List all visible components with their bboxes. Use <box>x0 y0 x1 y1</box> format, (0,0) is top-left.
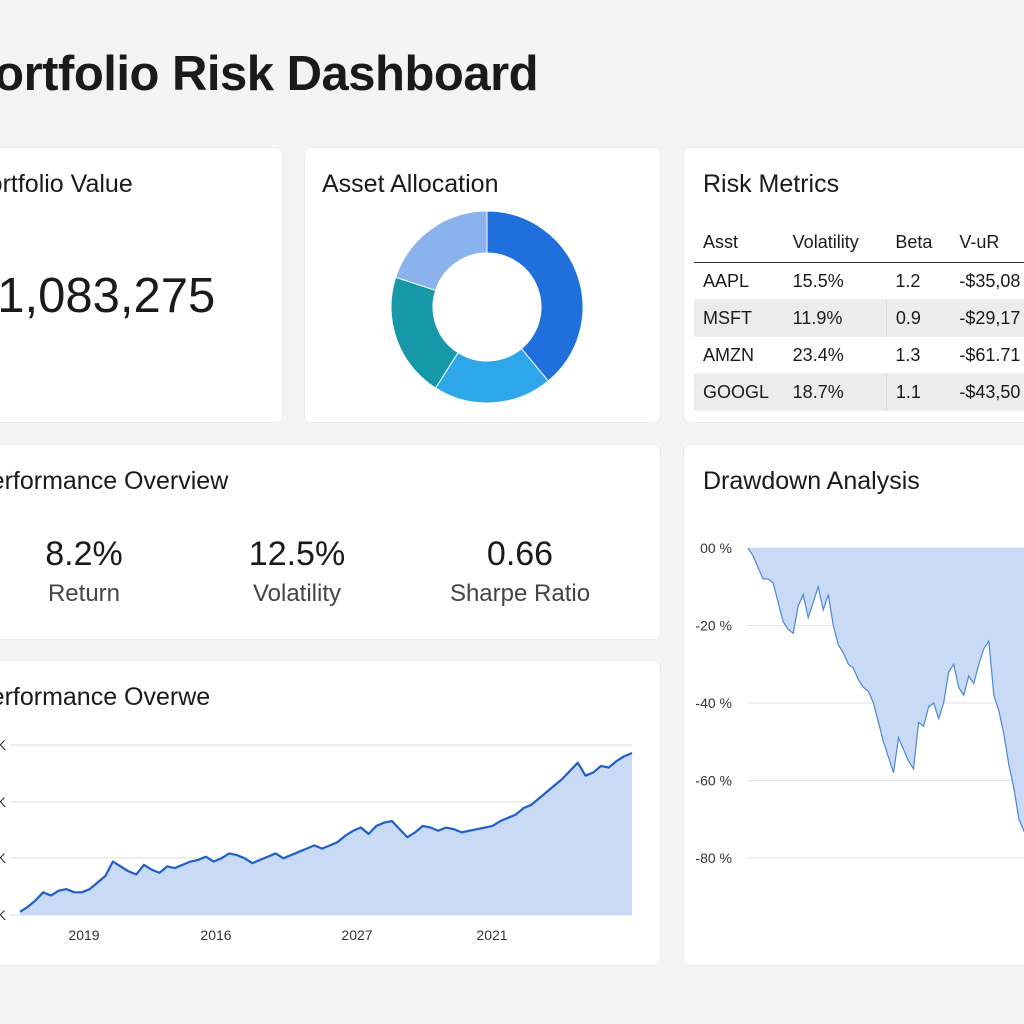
metric-volatility-label: Volatility <box>252 580 342 607</box>
portfolio-value-amount: $1,083,275 <box>0 269 216 323</box>
x-tick-label: 2016 <box>200 927 231 943</box>
drawdown-chart: 00 % -20 % -40 % -60 % -80 % <box>695 540 1024 866</box>
asset-allocation-donut-chart <box>390 210 584 404</box>
table-row: MSFT 11.9% 0.9 -$29,17 <box>694 299 1024 337</box>
risk-metrics-title: Risk Metrics <box>703 170 840 198</box>
performance-area <box>20 753 632 915</box>
column-header-volatility: Volatility <box>783 222 887 263</box>
volatility-cell: 23.4% <box>792 344 844 365</box>
column-header-beta: Beta <box>886 222 951 263</box>
performance-overview-card: Performance Overview 8.2% Return 12.5% V… <box>0 445 660 639</box>
y-tick-label: K <box>0 794 7 810</box>
beta-cell: 0.9 <box>886 299 951 337</box>
var-cell: -$29,17 <box>950 299 1024 337</box>
y-tick-label: 00 % <box>700 540 732 556</box>
metric-return-value: 8.2% <box>45 535 123 573</box>
drawdown-area <box>748 548 1024 831</box>
risk-metrics-card: Risk Metrics Asst Volatility Beta V-uR A… <box>684 148 1024 422</box>
metric-return-label: Return <box>47 580 121 607</box>
risk-metrics-table: Asst Volatility Beta V-uR AAPL 15.5% 1.2… <box>694 222 1024 411</box>
table-row: GOOGL 18.7% 1.1 -$43,50 <box>694 373 1024 411</box>
beta-cell: 1.2 <box>895 270 921 291</box>
volatility-cell: 18.7% <box>783 373 887 411</box>
asset-cell: AMZN <box>703 344 754 365</box>
metric-volatility: 12.5% Volatility <box>197 535 397 608</box>
table-row: AMZN 23.4% 1.3 -$61.71 <box>694 337 1024 374</box>
table-row: AAPL 15.5% 1.2 -$35,08 <box>694 263 1024 300</box>
asset-cell: AAPL <box>703 270 750 291</box>
y-tick-label: K <box>0 850 7 866</box>
var-cell: -$43,50 <box>950 373 1024 411</box>
donut-slice <box>486 210 584 382</box>
column-header-asset: Asst <box>694 222 784 263</box>
metric-sharpe-value: 0.66 <box>486 535 554 573</box>
y-tick-label: K <box>0 737 7 753</box>
asset-cell: GOOGL <box>694 373 784 411</box>
performance-chart-card: Performance Overwe KKKK2019201620272021 <box>0 661 660 965</box>
var-cell: -$61.71 <box>959 344 1021 365</box>
var-cell: -$35,08 <box>959 270 1021 291</box>
portfolio-value-card: Portfolio Value $1,083,275 <box>0 148 282 422</box>
x-tick-label: 2027 <box>341 927 372 943</box>
column-header-var: V-uR <box>950 222 1024 263</box>
asset-cell: MSFT <box>694 299 784 337</box>
page-title: Portfolio Risk Dashboard <box>0 47 539 101</box>
x-tick-label: 2019 <box>68 927 99 943</box>
asset-allocation-card: Asset Allocation <box>305 148 660 422</box>
volatility-cell: 15.5% <box>792 270 844 291</box>
metric-sharpe: 0.66 Sharpe Ratio <box>420 535 620 608</box>
y-tick-label: -60 % <box>695 773 732 789</box>
metric-return: 8.2% Return <box>0 535 184 608</box>
y-tick-label: K <box>0 907 7 923</box>
table-header-row: Asst Volatility Beta V-uR <box>694 222 1024 263</box>
metric-volatility-value: 12.5% <box>248 535 346 573</box>
x-tick-label: 2021 <box>476 927 507 943</box>
metric-sharpe-label: Sharpe Ratio <box>449 580 591 607</box>
volatility-cell: 11.9% <box>783 299 887 337</box>
performance-line-chart: K K K K 2019 2016 2027 2021 <box>0 737 633 943</box>
drawdown-analysis-card: Drawdown Analysis 00 % -20 % -40 % -60 % -80… <box>684 445 1024 965</box>
performance-overview-title: Performance Overview <box>0 467 229 495</box>
beta-cell: 1.3 <box>895 344 921 365</box>
y-tick-label: -20 % <box>695 618 732 634</box>
y-tick-label: -40 % <box>695 695 732 711</box>
y-tick-label: -80 % <box>695 850 732 866</box>
portfolio-value-title: Portfolio Value <box>0 170 133 198</box>
beta-cell: 1.1 <box>886 373 951 411</box>
donut-slice <box>395 210 488 291</box>
